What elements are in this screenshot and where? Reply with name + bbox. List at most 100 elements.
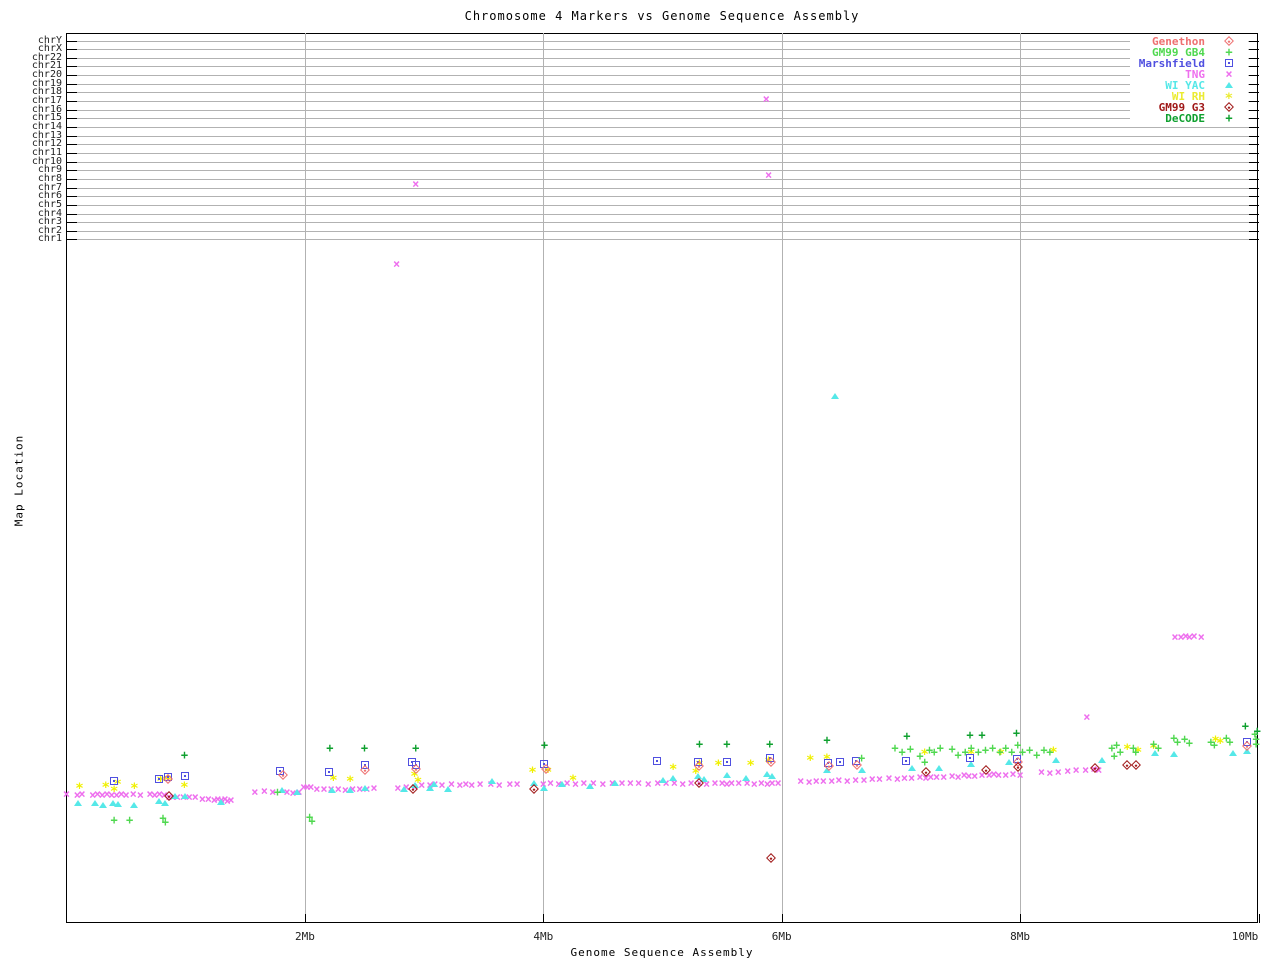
data-point-gm99-gb4: + bbox=[1154, 741, 1162, 755]
chromosome-gridline bbox=[66, 144, 1259, 146]
y-tick-right bbox=[1248, 109, 1259, 111]
data-point-decode: + bbox=[966, 728, 974, 742]
data-point-wi-yac bbox=[669, 775, 678, 781]
y-tick-left bbox=[66, 118, 77, 120]
y-tick-right bbox=[1248, 222, 1259, 224]
data-point-decode: + bbox=[766, 737, 774, 751]
chromosome-gridline bbox=[66, 109, 1259, 111]
chromosome-gridline bbox=[66, 49, 1259, 51]
chromosome-gridline bbox=[66, 230, 1259, 232]
chromosome-gridline bbox=[66, 239, 1259, 241]
y-tick-left bbox=[66, 230, 77, 232]
y-tick-right bbox=[1248, 49, 1259, 51]
data-point-wi-yac bbox=[722, 772, 731, 778]
data-point-gm99-gb4: + bbox=[857, 751, 866, 765]
data-point-wi-yac bbox=[99, 802, 108, 808]
data-point-decode: + bbox=[180, 748, 189, 762]
legend-symbol-wi-rh: ∗ bbox=[1224, 88, 1234, 104]
data-point-wi-yac bbox=[130, 802, 139, 808]
data-point-decode: + bbox=[326, 741, 334, 755]
data-point-marshfield bbox=[722, 758, 731, 766]
data-point-wi-yac bbox=[831, 393, 840, 399]
chromosome-gridline bbox=[66, 40, 1259, 42]
chromosome-gridline bbox=[66, 66, 1259, 68]
y-tick-left bbox=[66, 161, 77, 163]
data-point-wi-yac bbox=[346, 787, 355, 793]
chromosome-gridline bbox=[66, 118, 1259, 120]
data-point-gm99-g3 bbox=[766, 853, 776, 863]
x-tick bbox=[1020, 914, 1022, 923]
chromosome-gridline bbox=[66, 127, 1259, 129]
data-point-decode: + bbox=[360, 741, 369, 755]
y-tick-left bbox=[66, 187, 77, 189]
y-tick-left bbox=[66, 57, 77, 59]
x-tick-label: 2Mb bbox=[294, 930, 315, 943]
y-tick-right bbox=[1248, 144, 1259, 146]
data-point-decode: + bbox=[412, 741, 420, 755]
data-point-marshfield bbox=[180, 772, 189, 780]
data-point-marshfield bbox=[324, 768, 333, 776]
y-tick-right bbox=[1248, 196, 1259, 198]
data-point-decode: + bbox=[1241, 719, 1249, 733]
data-point-wi-yac bbox=[907, 765, 916, 771]
y-tick-left bbox=[66, 109, 77, 111]
y-tick-left bbox=[66, 135, 77, 137]
x-tick bbox=[543, 914, 545, 923]
y-tick-left bbox=[66, 40, 77, 42]
data-point-wi-yac bbox=[610, 780, 619, 786]
x-tick bbox=[1258, 914, 1260, 923]
data-point-gm99-gb4: + bbox=[1046, 745, 1054, 759]
y-tick-right bbox=[1248, 75, 1259, 77]
y-tick-right bbox=[1248, 101, 1259, 103]
y-tick-right bbox=[1248, 118, 1259, 120]
data-point-gm99-g3 bbox=[1130, 760, 1141, 770]
data-point-wi-yac bbox=[585, 783, 594, 789]
data-point-tng: × bbox=[1083, 710, 1091, 724]
y-tick-right bbox=[1248, 178, 1259, 180]
data-point-wi-rh: ∗ bbox=[568, 770, 578, 786]
data-point-wi-rh: ∗ bbox=[180, 777, 189, 793]
chart-canvas: Chromosome 4 Markers vs Genome Sequence … bbox=[0, 0, 1280, 960]
data-point-gm99-gb4: + bbox=[126, 813, 134, 827]
data-point-wi-rh: ∗ bbox=[528, 762, 537, 778]
y-tick-left bbox=[66, 178, 77, 180]
y-tick-left bbox=[66, 92, 77, 94]
data-point-wi-yac bbox=[741, 775, 750, 781]
data-point-wi-yac bbox=[1098, 757, 1107, 763]
data-point-wi-yac bbox=[935, 765, 944, 771]
data-point-marshfield bbox=[652, 757, 661, 765]
data-point-wi-yac bbox=[443, 786, 452, 792]
data-point-decode: + bbox=[1012, 726, 1021, 740]
x-gridline bbox=[1020, 33, 1022, 923]
y-tick-left bbox=[66, 170, 77, 172]
data-point-wi-yac bbox=[658, 777, 667, 783]
x-tick-label: 10Mb bbox=[1231, 930, 1259, 943]
y-tick-right bbox=[1248, 135, 1259, 137]
data-point-wi-yac bbox=[1229, 750, 1238, 756]
data-point-tng: × bbox=[1197, 630, 1205, 644]
data-point-decode: + bbox=[978, 728, 986, 742]
x-tick bbox=[304, 914, 306, 923]
data-point-wi-yac bbox=[113, 801, 122, 807]
chromosome-gridline bbox=[66, 152, 1259, 154]
chromosome-gridline bbox=[66, 57, 1259, 59]
y-tick-left bbox=[66, 83, 77, 85]
y-tick-left bbox=[66, 66, 77, 68]
data-point-decode: + bbox=[723, 737, 731, 751]
y-tick-left bbox=[66, 49, 77, 51]
data-point-wi-yac bbox=[91, 800, 100, 806]
data-point-tng: × bbox=[393, 257, 401, 271]
data-point-wi-yac bbox=[399, 786, 408, 792]
y-tick-right bbox=[1248, 213, 1259, 215]
chromosome-gridline bbox=[66, 187, 1259, 189]
y-tick-left bbox=[66, 222, 77, 224]
y-tick-left bbox=[66, 152, 77, 154]
y-tick-right bbox=[1248, 40, 1259, 42]
legend-symbol-marshfield bbox=[1225, 59, 1233, 67]
data-point-wi-rh: ∗ bbox=[669, 759, 678, 775]
y-tick-left bbox=[66, 144, 77, 146]
data-point-gm99-gb4: + bbox=[1185, 736, 1193, 750]
data-point-gm99-gb4: + bbox=[1226, 735, 1234, 749]
chromosome-gridline bbox=[66, 92, 1259, 94]
data-point-wi-rh: ∗ bbox=[75, 778, 84, 794]
